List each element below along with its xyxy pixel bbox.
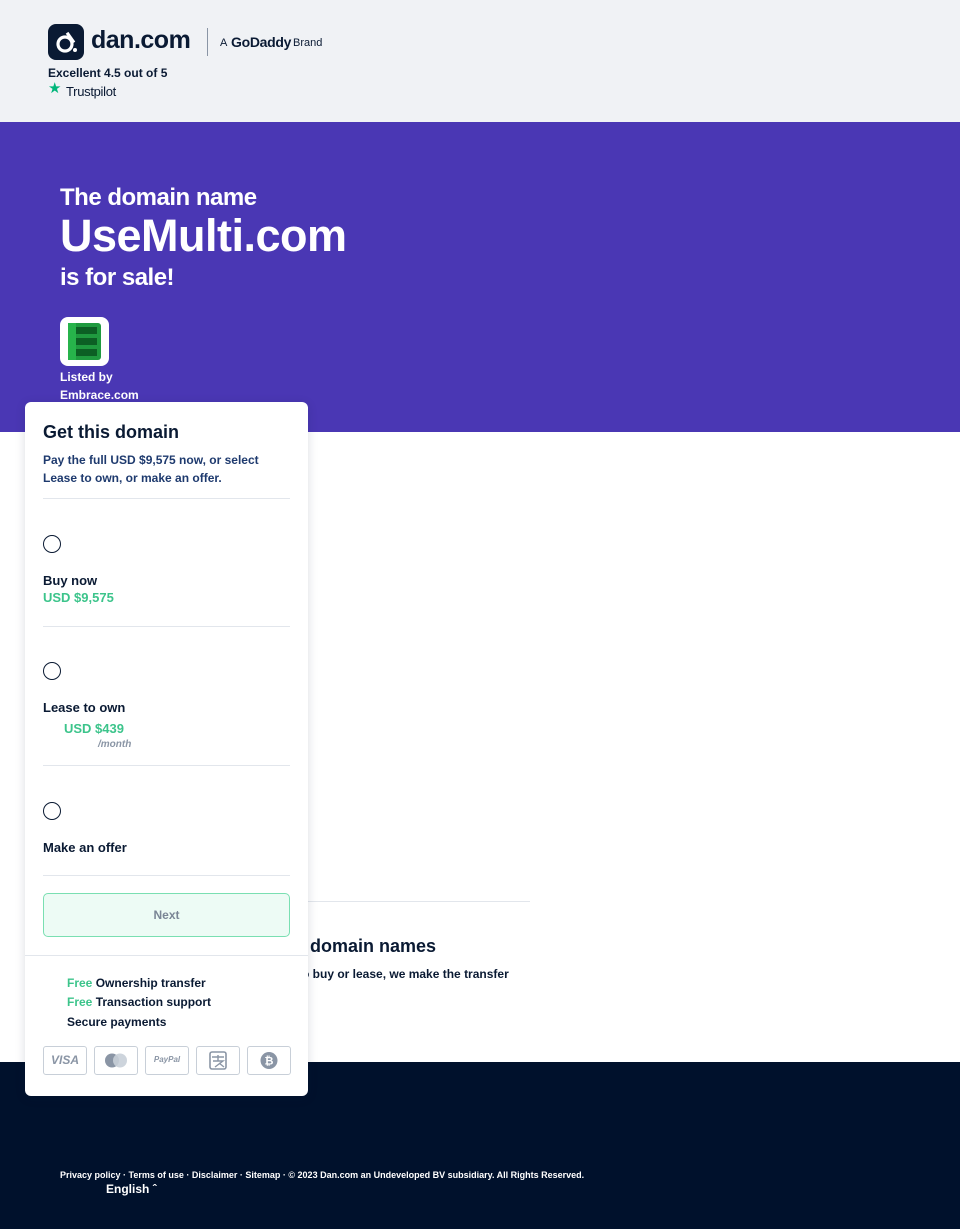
lease-to-own-label[interactable]: Lease to own [43, 700, 125, 715]
card-subtitle: Pay the full USD $9,575 now, or select L… [43, 453, 259, 485]
alipay-icon [196, 1046, 240, 1075]
hero-intro: The domain name [60, 184, 257, 211]
logo-wordmark[interactable]: dan.com [91, 26, 191, 55]
trustpilot-star-icon: ★ [48, 79, 62, 97]
next-button[interactable]: Next [43, 893, 290, 937]
trustpilot-label[interactable]: Trustpilot [66, 84, 116, 99]
hero-banner: The domain name UseMulti.com is for sale… [0, 122, 960, 432]
footer-links[interactable]: Privacy policy · Terms of use · Disclaim… [60, 1170, 584, 1180]
feature-text: Secure payments [67, 1015, 167, 1029]
logo-divider [207, 28, 208, 56]
brand-prefix: A [220, 37, 228, 49]
listed-by-label: Listed by [60, 370, 113, 384]
paypal-icon: PayPal [145, 1046, 189, 1075]
feature-ownership-transfer: Free Ownership transfer [67, 976, 206, 990]
divider [43, 765, 290, 766]
feature-free-tag: Free [67, 995, 93, 1009]
feature-text: Transaction support [95, 995, 212, 1009]
trust-section-title: domain names [310, 936, 437, 956]
feature-free-tag: Free [67, 976, 93, 990]
trustpilot-rating[interactable]: Excellent 4.5 out of 5 [48, 66, 167, 80]
lease-to-own-radio[interactable] [43, 662, 61, 680]
brand-suffix: Brand [293, 37, 323, 49]
listed-by: Listed by Embrace.com [60, 368, 139, 404]
make-offer-radio[interactable] [43, 802, 61, 820]
trust-section-text: o buy or lease, we make the transfer [302, 967, 509, 981]
visa-label: VISA [50, 1053, 79, 1067]
hero-for-sale: is for sale! [60, 264, 175, 291]
svg-text:₿: ₿ [265, 1055, 274, 1068]
visa-icon: VISA [43, 1046, 87, 1075]
paypal-label: PayPal [153, 1055, 181, 1064]
mastercard-icon [94, 1046, 138, 1075]
site-header: dan.com A GoDaddy Brand Excellent 4.5 ou… [0, 0, 960, 122]
divider [43, 875, 290, 876]
language-selector[interactable]: English ˆ [106, 1182, 157, 1196]
lease-price: USD $439 [64, 721, 124, 736]
feature-transaction-support: Free Transaction support [67, 995, 211, 1009]
divider [43, 626, 290, 627]
card-separator [25, 955, 308, 956]
bitcoin-icon: ₿ [247, 1046, 291, 1075]
divider [43, 498, 290, 499]
card-title: Get this domain [43, 422, 180, 442]
dan-logo-icon[interactable] [48, 24, 84, 60]
lease-period: /month [98, 739, 132, 750]
feature-text: Ownership transfer [95, 976, 206, 990]
godaddy-logo: GoDaddy [231, 34, 292, 50]
buy-now-label[interactable]: Buy now [43, 573, 97, 588]
buy-now-price: USD $9,575 [43, 590, 114, 605]
feature-secure-payments: Secure payments [67, 1015, 166, 1029]
seller-logo-icon[interactable] [60, 317, 109, 366]
purchase-card: Get this domain Pay the full USD $9,575 … [25, 402, 308, 1096]
buy-now-radio[interactable] [43, 535, 61, 553]
domain-name-title: UseMulti.com [60, 210, 347, 261]
make-offer-label[interactable]: Make an offer [43, 840, 127, 855]
